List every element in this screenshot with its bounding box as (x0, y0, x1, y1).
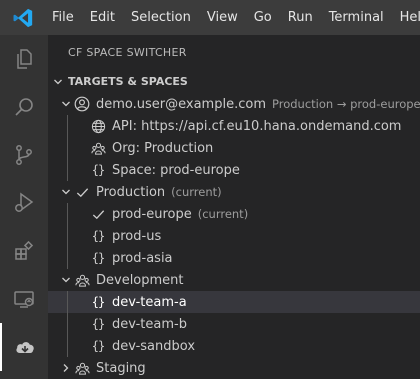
braces-icon: {} (91, 229, 105, 243)
section-title: TARGETS & SPACES (68, 75, 188, 88)
account-icon (74, 93, 90, 115)
source-control-icon[interactable] (0, 131, 48, 179)
menu-view[interactable]: View (199, 0, 246, 35)
tree-item-org-staging[interactable]: Staging (48, 357, 420, 379)
indent-guide (67, 115, 68, 137)
vscode-logo-icon[interactable] (12, 7, 34, 29)
tree-item-user[interactable]: demo.user@example.com Production → prod-… (48, 93, 420, 115)
chevron-down-icon (50, 71, 66, 93)
indent-guide (67, 335, 68, 357)
indent-guide (67, 291, 68, 313)
space-prod-us-label: prod-us (112, 228, 162, 244)
org-development-label: Development (96, 272, 184, 288)
tree-item-space-prod-europe[interactable]: prod-europe (current) (48, 203, 420, 225)
indent-guide (67, 137, 68, 159)
user-description: Production → prod-europe (271, 97, 420, 111)
cf-cloud-icon[interactable] (0, 323, 48, 371)
api-label: API: https://api.cf.eu10.hana.ondemand.c… (112, 118, 402, 134)
menu-bar: File Edit Selection View Go Run Terminal… (0, 0, 420, 35)
menu-selection[interactable]: Selection (123, 0, 199, 35)
space-dev-team-b-label: dev-team-b (112, 316, 187, 332)
org-label: Org: Production (112, 140, 214, 156)
braces-icon: {} (91, 295, 105, 309)
check-icon (90, 203, 106, 225)
menu-edit[interactable]: Edit (82, 0, 123, 35)
activity-bar (0, 35, 48, 379)
tree-item-org-development[interactable]: Development (48, 269, 420, 291)
space-dev-sandbox-label: dev-sandbox (112, 338, 196, 354)
extensions-icon[interactable] (0, 227, 48, 275)
space-prod-europe-description: (current) (197, 207, 249, 221)
chevron-down-icon (58, 93, 74, 115)
chevron-right-icon (58, 357, 74, 379)
menu-go[interactable]: Go (246, 0, 280, 35)
side-bar: CF SPACE SWITCHER TARGETS & SPACES demo.… (48, 35, 420, 379)
tree-item-space-dev-team-b[interactable]: {} dev-team-b (48, 313, 420, 335)
space-dev-team-a-label: dev-team-a (112, 294, 187, 310)
user-label: demo.user@example.com (96, 96, 266, 112)
tree-item-org-production[interactable]: Production (current) (48, 181, 420, 203)
chevron-down-icon (58, 181, 74, 203)
org-production-label: Production (96, 184, 166, 200)
organization-icon (90, 137, 106, 159)
space-label: Space: prod-europe (112, 162, 240, 178)
org-production-description: (current) (171, 185, 222, 199)
remote-explorer-icon[interactable] (0, 275, 48, 323)
search-icon[interactable] (0, 83, 48, 131)
run-debug-icon[interactable] (0, 179, 48, 227)
braces-icon: {} (91, 163, 105, 177)
organization-icon (74, 357, 90, 379)
tree-item-space-prod-asia[interactable]: {} prod-asia (48, 247, 420, 269)
menu-file[interactable]: File (44, 0, 82, 35)
explorer-icon[interactable] (0, 35, 48, 83)
indent-guide (67, 247, 68, 269)
tree-item-space[interactable]: {} Space: prod-europe (48, 159, 420, 181)
indent-guide (67, 225, 68, 247)
chevron-down-icon (58, 269, 74, 291)
tree-item-space-prod-us[interactable]: {} prod-us (48, 225, 420, 247)
organization-icon (74, 269, 90, 291)
tree-item-org[interactable]: Org: Production (48, 137, 420, 159)
menu-terminal[interactable]: Terminal (321, 0, 392, 35)
braces-icon: {} (91, 339, 105, 353)
braces-icon: {} (91, 251, 105, 265)
menu-help[interactable]: Help (392, 0, 420, 35)
indent-guide (67, 313, 68, 335)
check-icon (74, 181, 90, 203)
org-staging-label: Staging (96, 360, 146, 376)
braces-icon: {} (91, 317, 105, 331)
tree-item-space-dev-team-a[interactable]: {} dev-team-a (48, 291, 420, 313)
section-targets-and-spaces[interactable]: TARGETS & SPACES (48, 71, 420, 93)
space-prod-europe-label: prod-europe (112, 206, 192, 222)
space-prod-asia-label: prod-asia (112, 250, 173, 266)
menu-run[interactable]: Run (280, 0, 321, 35)
globe-icon (90, 115, 106, 137)
indent-guide (67, 159, 68, 181)
sidebar-title: CF SPACE SWITCHER (68, 46, 187, 59)
tree-item-space-dev-sandbox[interactable]: {} dev-sandbox (48, 335, 420, 357)
indent-guide (67, 203, 68, 225)
tree-item-api[interactable]: API: https://api.cf.eu10.hana.ondemand.c… (48, 115, 420, 137)
